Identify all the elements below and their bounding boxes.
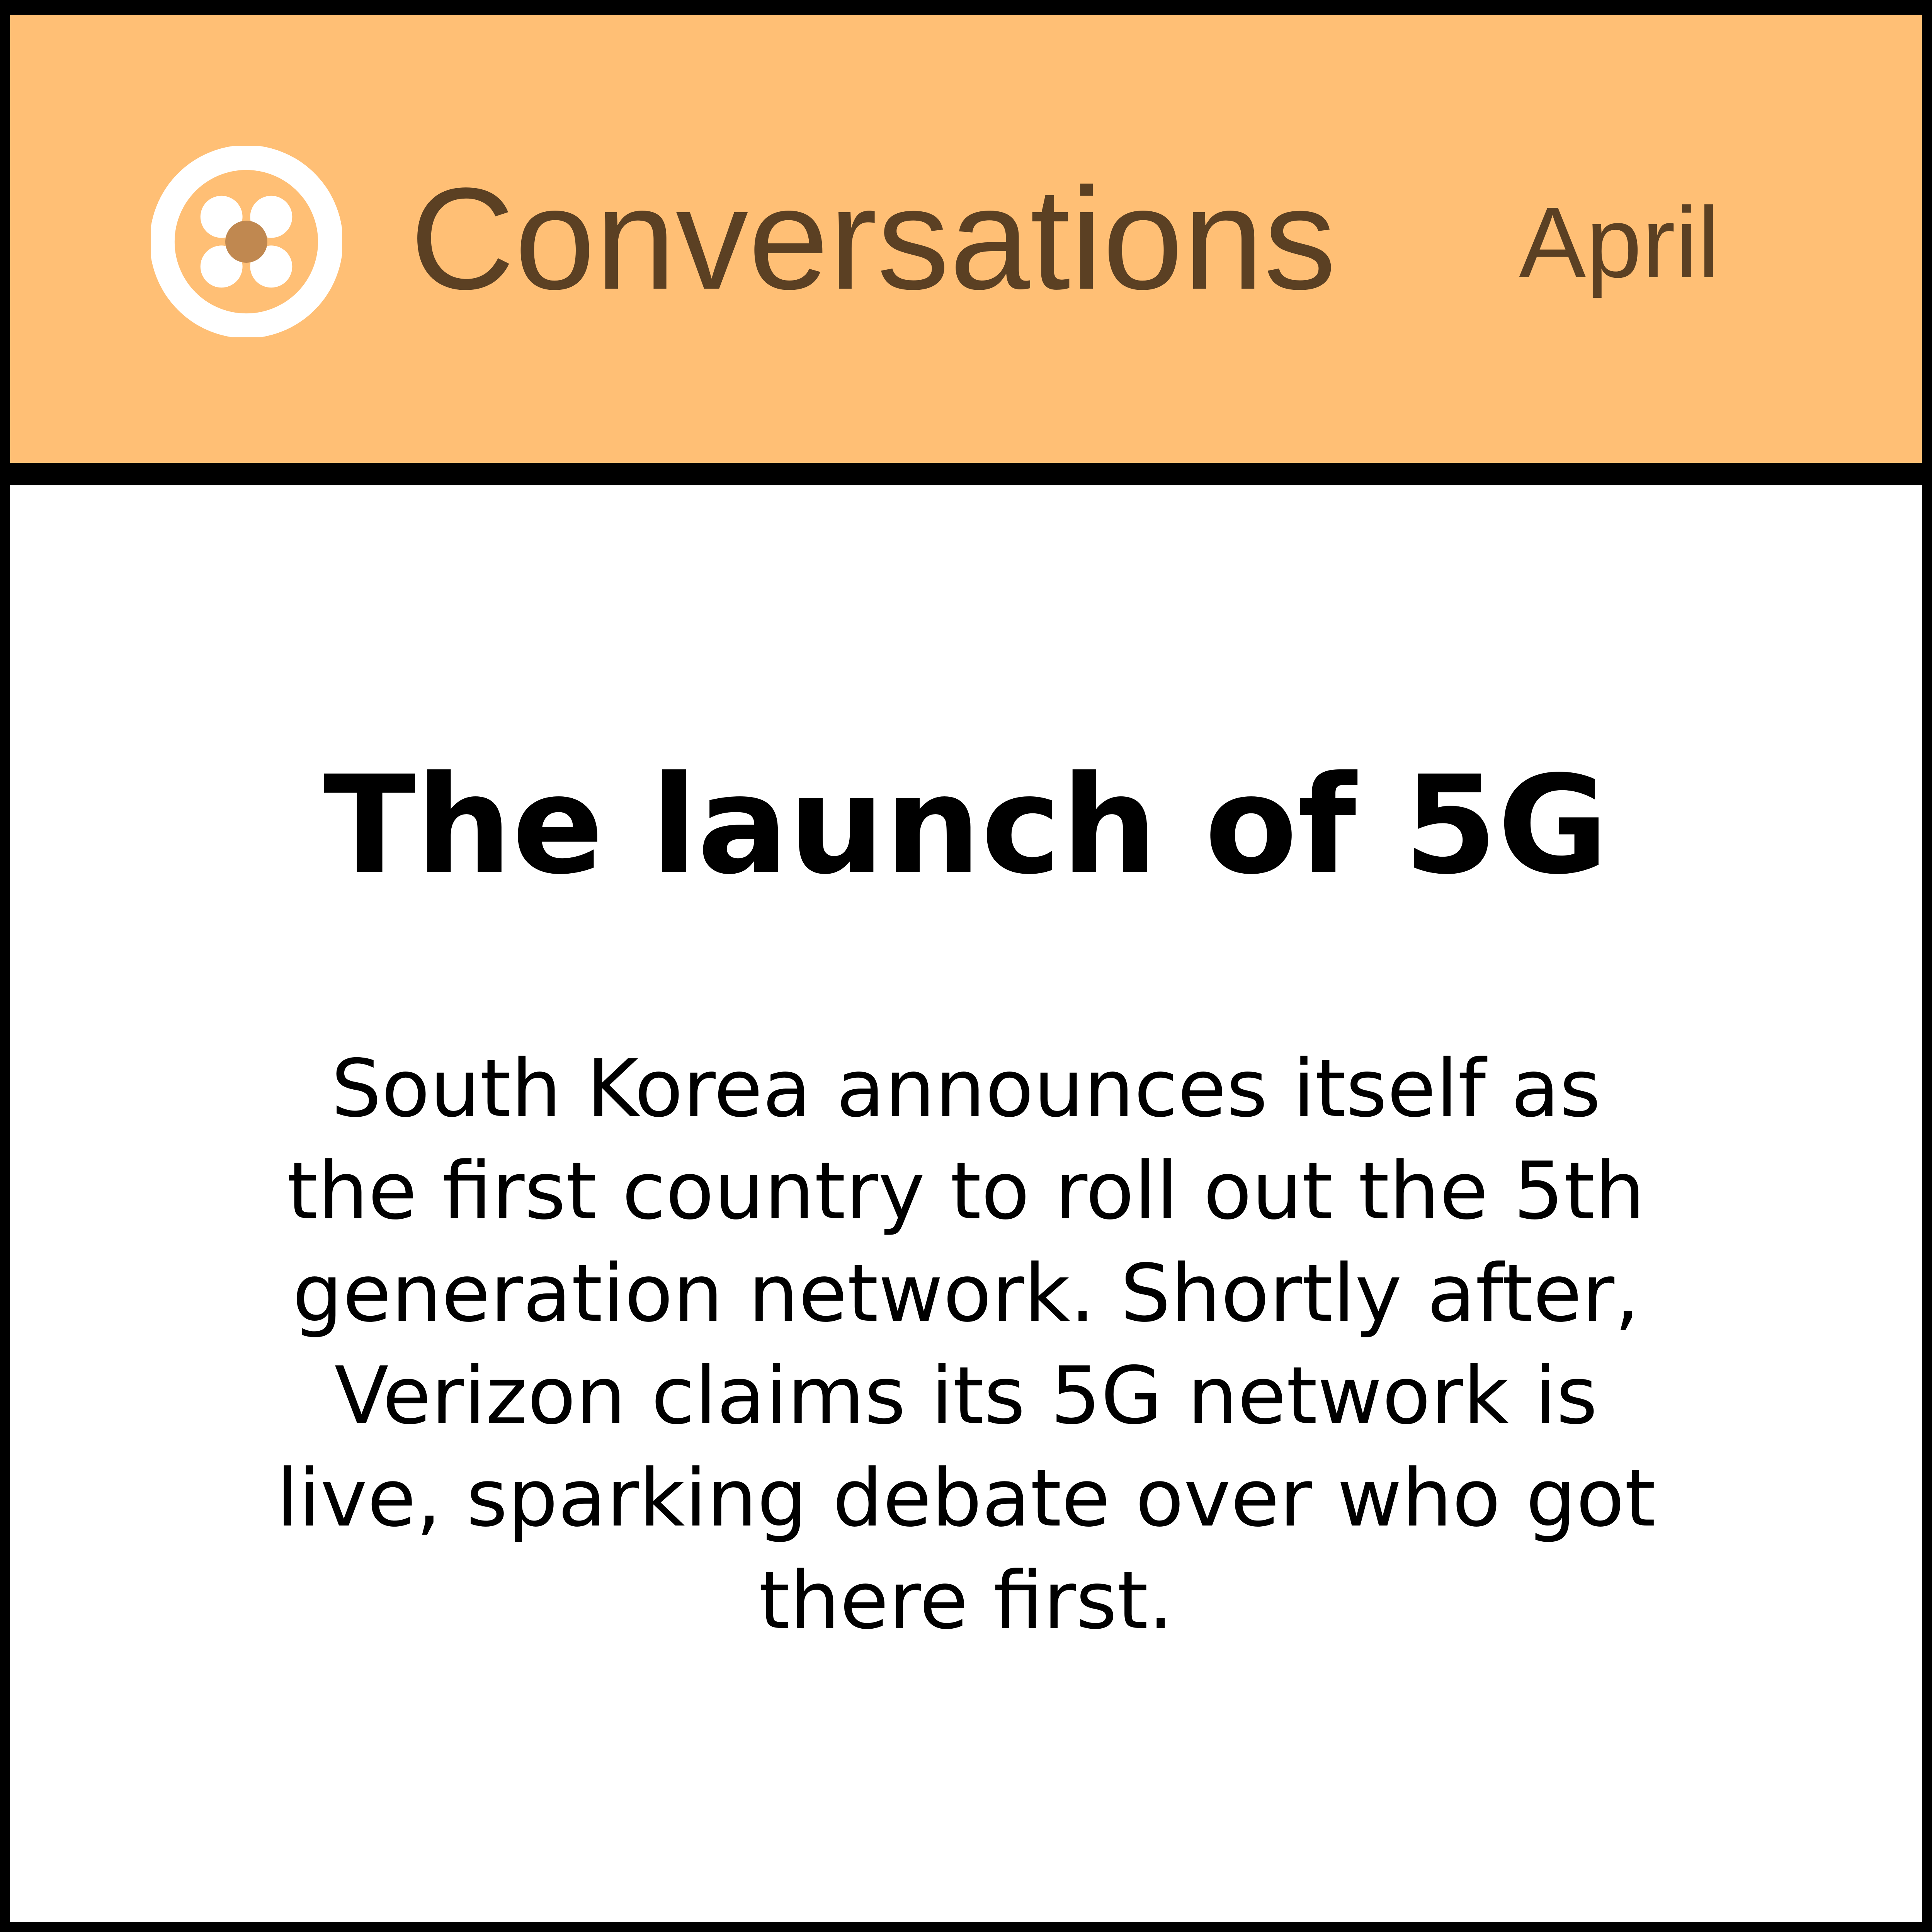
description-line: live, sparking debate over who got [276, 1452, 1656, 1544]
story-card: Conversations April The launch of 5G Sou… [0, 0, 1932, 1932]
description-line: generation network. Shortly after, [292, 1248, 1640, 1340]
story-headline: The launch of 5G [323, 747, 1609, 904]
app-title: Conversations [410, 158, 1337, 320]
description-line: the first country to roll out the 5th [287, 1145, 1645, 1237]
month-label: April [1519, 187, 1720, 299]
description-line: Verizon claims its 5G network is [334, 1350, 1598, 1442]
header-bar: Conversations April [10, 15, 1922, 463]
description-line: South Korea announces itself as [331, 1043, 1601, 1135]
description-line: there first. [759, 1555, 1173, 1647]
conversation-flower-icon [151, 146, 342, 337]
story-description: South Korea announces itself as the firs… [193, 1038, 1739, 1652]
content-panel: The launch of 5G South Korea announces i… [10, 485, 1922, 1922]
